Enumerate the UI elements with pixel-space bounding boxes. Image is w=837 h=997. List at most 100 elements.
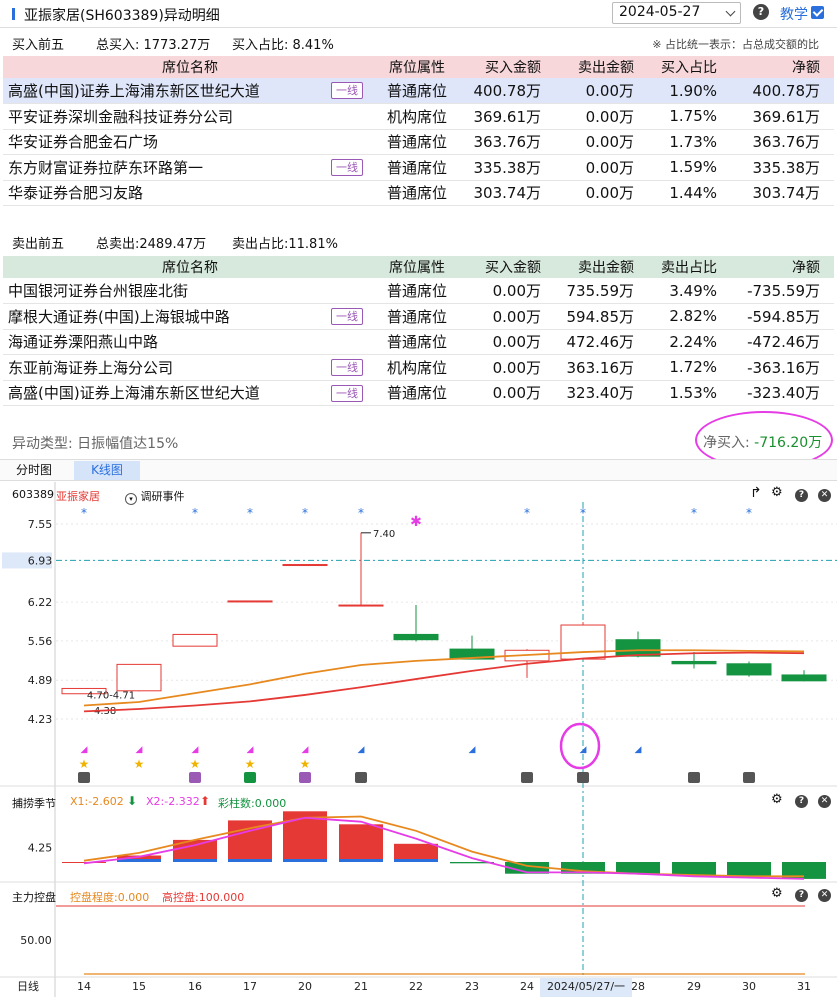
tab-kline[interactable]: K线图	[74, 461, 140, 480]
sell-header-4[interactable]: 卖出占比	[638, 256, 723, 278]
tick-label: 4.23	[28, 713, 53, 726]
note-icon	[244, 772, 256, 783]
cell-ratio: 2.24%	[669, 332, 717, 351]
x-tick-label: 21	[354, 980, 368, 993]
table-row[interactable]: 平安证券深圳金融科技证券分公司 机构席位 369.61万 0.00万 1.75% 369.…	[3, 103, 834, 130]
help-icon[interactable]: ?	[795, 889, 808, 902]
help-icon[interactable]: ?	[753, 4, 769, 20]
event-marker-icon: *	[358, 506, 364, 520]
table-cell: 303.74万	[457, 180, 545, 206]
tier-tag[interactable]: 一线	[331, 82, 363, 99]
gear-icon[interactable]: ⚙	[771, 792, 783, 807]
sell-table: 席位名称 席位属性 买入金额 卖出金额 卖出占比 净额 中国银河证券台州银座北街 普通席位 0…	[3, 256, 834, 406]
indicator-bar-base	[283, 859, 327, 862]
indicator-bar-base	[228, 859, 272, 862]
tick-label: 6.22	[28, 596, 53, 609]
event-marker-icon: *	[580, 506, 586, 520]
chart-tabs: 分时图 K线图	[0, 459, 837, 481]
table-row[interactable]: 中国银河证券台州银座北街 普通席位 0.00万 735.59万 3.49% -735.59…	[3, 278, 834, 304]
table-row[interactable]: 东亚前海证券上海分公司 一线 机构席位 0.00万 363.16万 1.72% -363.1…	[3, 354, 834, 381]
table-row[interactable]: 华泰证券合肥习友路 普通席位 303.74万 0.00万 1.44% 303.74万	[3, 180, 834, 206]
event-toggle[interactable]: ▾ 调研事件	[125, 488, 185, 505]
sell-ratio: 卖出占比:11.81%	[232, 237, 338, 252]
tier-tag[interactable]: 一线	[331, 308, 363, 325]
table-row[interactable]: 摩根大通证券(中国)上海银城中路 一线 普通席位 0.00万 594.85万 2.82% -…	[3, 303, 834, 330]
tier-tag[interactable]: 一线	[331, 384, 363, 402]
signal-triangle-icon: ◢	[192, 745, 199, 755]
cell-net: -472.46万	[747, 333, 820, 352]
cell-buy: 0.00万	[492, 282, 541, 300]
cell-net: 400.78万	[752, 82, 821, 100]
sell-header-1[interactable]: 席位属性	[377, 256, 457, 278]
tier-tag[interactable]: 一线	[331, 359, 363, 376]
sell-header-5[interactable]: 净额	[723, 256, 834, 278]
table-cell: 普通席位	[377, 129, 457, 155]
sell-header-0[interactable]: 席位名称	[3, 256, 377, 278]
event-marker-icon: *	[302, 506, 308, 520]
table-cell: 0.00万	[545, 180, 638, 206]
candle-body	[227, 600, 273, 603]
sell-header-2[interactable]: 买入金额	[457, 256, 545, 278]
table-cell: 机构席位	[377, 103, 457, 130]
candle-body	[726, 663, 772, 676]
buy-header-3[interactable]: 卖出金额	[545, 56, 638, 78]
cell-buy: 0.00万	[492, 384, 541, 403]
candle-body	[338, 604, 384, 607]
table-cell: 0.00万	[457, 380, 545, 406]
share-icon[interactable]: ↱	[750, 485, 762, 501]
cell-name: 华泰证券合肥习友路	[8, 184, 144, 203]
cell-attr: 普通席位	[386, 184, 447, 203]
cell-name: 东方财富证券拉萨东环路第一	[8, 158, 204, 177]
kline-svg[interactable]: 7.55 6.93 6.22 5.56 4.89 4.23 * * * * * * * * * ✱ 7.40 4.…	[0, 482, 837, 997]
kline-chart[interactable]: 7.55 6.93 6.22 5.56 4.89 4.23 * * * * * * * * * ✱ 7.40 4.…	[0, 482, 837, 997]
cell-name: 高盛(中国)证券上海浦东新区世纪大道	[8, 82, 260, 100]
arrow-down-icon: ⬇	[127, 794, 138, 808]
indicator-bar	[339, 824, 383, 862]
signal-triangle-icon: ◢	[302, 745, 309, 755]
cell-ratio: 1.72%	[669, 358, 717, 377]
signal-triangle-icon: ◢	[136, 745, 143, 755]
buy-header-2[interactable]: 买入金额	[457, 56, 545, 78]
signal-triangle-icon: ◢	[358, 745, 365, 755]
help-icon[interactable]: ?	[795, 795, 808, 808]
buy-header-5[interactable]: 净额	[723, 56, 834, 78]
table-cell: 3.49%	[638, 278, 723, 304]
tier-tag[interactable]: 一线	[331, 159, 363, 176]
x-tick-label: 30	[742, 980, 756, 993]
table-cell: 363.16万	[545, 354, 638, 381]
close-icon[interactable]: ✕	[818, 489, 831, 502]
table-cell: 摩根大通证券(中国)上海银城中路 一线	[3, 303, 377, 330]
table-row[interactable]: 东方财富证券拉萨东环路第一 一线 普通席位 335.38万 0.00万 1.59% 335.…	[3, 154, 834, 181]
signal-triangle-icon: ◢	[469, 745, 476, 755]
cell-buy: 400.78万	[473, 82, 542, 100]
cell-ratio: 1.75%	[669, 107, 717, 126]
close-icon[interactable]: ✕	[818, 889, 831, 902]
gear-icon[interactable]: ⚙	[771, 485, 783, 500]
note-icon	[577, 772, 589, 783]
date-select[interactable]: 2024-05-27	[612, 2, 741, 24]
teach-link[interactable]: 教学	[780, 4, 808, 24]
tab-intraday[interactable]: 分时图	[4, 461, 64, 480]
cell-buy: 0.00万	[492, 358, 541, 377]
table-row[interactable]: 高盛(中国)证券上海浦东新区世纪大道 一线 普通席位 0.00万 323.40万 1.53…	[3, 380, 834, 406]
sell-header-3[interactable]: 卖出金额	[545, 256, 638, 278]
title-accent	[12, 8, 15, 20]
cell-net: -594.85万	[747, 307, 820, 326]
cell-buy: 0.00万	[492, 333, 541, 352]
buy-header-4[interactable]: 买入占比	[638, 56, 723, 78]
table-cell: 普通席位	[377, 180, 457, 206]
table-row[interactable]: 海通证券溧阳燕山中路 普通席位 0.00万 472.46万 2.24% -472.46万	[3, 329, 834, 355]
help-icon[interactable]: ?	[795, 489, 808, 502]
table-row[interactable]: 高盛(中国)证券上海浦东新区世纪大道 一线 普通席位 400.78万 0.00万 1.90…	[3, 78, 834, 104]
close-icon[interactable]: ✕	[818, 795, 831, 808]
table-cell: 华泰证券合肥习友路	[3, 180, 377, 206]
buy-header-0[interactable]: 席位名称	[3, 56, 377, 78]
cell-ratio: 3.49%	[669, 281, 717, 300]
buy-header-1[interactable]: 席位属性	[377, 56, 457, 78]
tick-label: 6.93	[28, 554, 53, 567]
x-tick-label: 24	[520, 980, 534, 993]
table-row[interactable]: 华安证券合肥金石广场 普通席位 363.76万 0.00万 1.73% 363.76万	[3, 129, 834, 155]
checkbox-icon[interactable]	[811, 6, 824, 19]
signal-triangle-icon: ◢	[247, 745, 254, 755]
gear-icon[interactable]: ⚙	[771, 886, 783, 901]
